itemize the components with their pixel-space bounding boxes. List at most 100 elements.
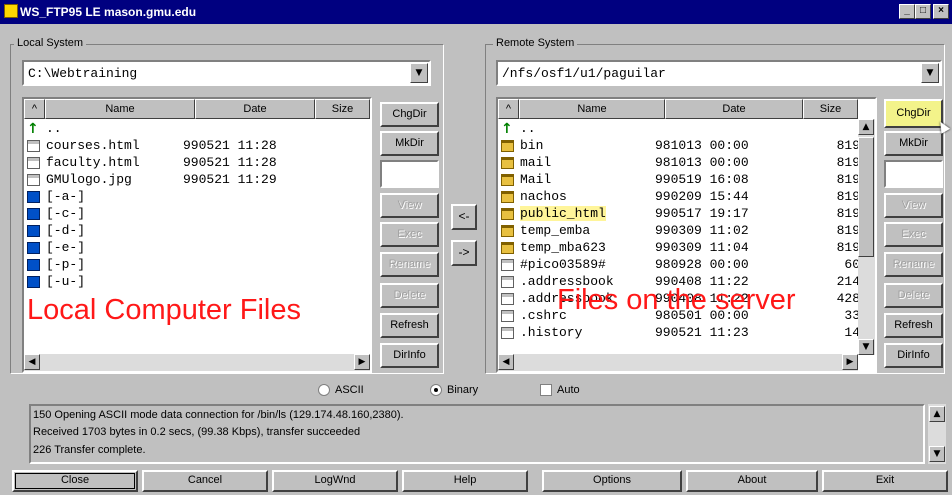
remote-name-header[interactable]: Name bbox=[519, 99, 665, 119]
file-icon bbox=[27, 140, 40, 152]
remote-delete-button[interactable]: Delete bbox=[884, 283, 943, 308]
remote-mask-field[interactable] bbox=[884, 160, 943, 188]
remote-refresh-button[interactable]: Refresh bbox=[884, 313, 943, 338]
remote-size-header[interactable]: Size bbox=[803, 99, 858, 119]
list-item[interactable]: #pico03589# 980928 00:00 60 bbox=[498, 257, 875, 274]
local-delete-button[interactable]: Delete bbox=[380, 283, 439, 308]
chevron-down-icon[interactable]: ▼ bbox=[410, 63, 428, 83]
list-item[interactable]: .cshrc 980501 00:00 33 bbox=[498, 308, 875, 325]
title-bar[interactable]: WS_FTP95 LE mason.gmu.edu _ □ × bbox=[0, 0, 952, 24]
local-mkdir-button[interactable]: MkDir bbox=[380, 131, 439, 156]
about-button[interactable]: About bbox=[686, 470, 818, 492]
scroll-left-icon[interactable]: ◀ bbox=[24, 354, 40, 370]
local-sort-header[interactable]: ^ bbox=[24, 99, 45, 119]
list-item[interactable]: [-a-] bbox=[24, 189, 370, 206]
remote-mkdir-button[interactable]: MkDir bbox=[884, 131, 943, 156]
list-item[interactable]: courses.html 990521 11:28 bbox=[24, 138, 370, 155]
local-mask-field[interactable] bbox=[380, 160, 439, 188]
options-button[interactable]: Options bbox=[542, 470, 682, 492]
scroll-thumb[interactable] bbox=[858, 137, 874, 257]
transfer-to-local-button[interactable]: <- bbox=[451, 204, 477, 230]
list-item[interactable]: .addressbook 990408 11:22 214 bbox=[498, 274, 875, 291]
help-button[interactable]: Help bbox=[402, 470, 528, 492]
auto-checkbox[interactable]: Auto bbox=[540, 384, 580, 397]
list-item[interactable]: temp_emba 990309 11:02 819 bbox=[498, 223, 875, 240]
list-item[interactable]: [-u-] bbox=[24, 274, 370, 291]
close-window-button[interactable]: × bbox=[933, 4, 949, 19]
message-log[interactable]: 150 Opening ASCII mode data connection f… bbox=[29, 404, 925, 464]
folder-icon bbox=[501, 191, 514, 203]
list-item[interactable]: mail 981013 00:00 819 bbox=[498, 155, 875, 172]
binary-radio[interactable]: Binary bbox=[430, 384, 478, 397]
log-line: Received 1703 bytes in 0.2 secs, (99.38 … bbox=[33, 426, 361, 438]
radio-selected-icon bbox=[430, 384, 442, 397]
list-item[interactable]: [-p-] bbox=[24, 257, 370, 274]
local-chgdir-button[interactable]: ChgDir bbox=[380, 102, 439, 127]
app-icon bbox=[4, 4, 18, 18]
exit-button[interactable]: Exit bbox=[822, 470, 948, 492]
list-item[interactable]: ↑ .. bbox=[498, 121, 875, 138]
drive-icon bbox=[27, 208, 40, 220]
ascii-radio[interactable]: ASCII bbox=[318, 384, 364, 397]
local-date-header[interactable]: Date bbox=[195, 99, 315, 119]
remote-path-combo[interactable]: /nfs/osf1/u1/paguilar ▼ bbox=[496, 60, 942, 86]
local-path-combo[interactable]: C:\Webtraining ▼ bbox=[22, 60, 431, 86]
local-dirinfo-button[interactable]: DirInfo bbox=[380, 343, 439, 368]
remote-chgdir-button[interactable]: ChgDir bbox=[884, 99, 943, 128]
remote-vertical-scrollbar[interactable]: ▲ ▼ bbox=[858, 119, 875, 355]
local-file-list[interactable]: ^ Name Date Size ↑ .. courses.html 99052… bbox=[22, 97, 372, 373]
cancel-button[interactable]: Cancel bbox=[142, 470, 268, 492]
local-size-header[interactable]: Size bbox=[315, 99, 370, 119]
remote-sort-header[interactable]: ^ bbox=[498, 99, 519, 119]
local-refresh-button[interactable]: Refresh bbox=[380, 313, 439, 338]
list-item[interactable]: [-d-] bbox=[24, 223, 370, 240]
list-item[interactable]: public_html 990517 19:17 819 bbox=[498, 206, 875, 223]
remote-file-list[interactable]: ^ Name Date Size ↑ .. bin 981013 00:00 8… bbox=[496, 97, 877, 373]
list-item[interactable]: .history 990521 11:23 14 bbox=[498, 325, 875, 342]
scroll-down-icon[interactable]: ▼ bbox=[858, 339, 874, 355]
log-vertical-scrollbar[interactable]: ▲ ▼ bbox=[928, 404, 946, 464]
list-item[interactable]: nachos 990209 15:44 819 bbox=[498, 189, 875, 206]
scroll-left-icon[interactable]: ◀ bbox=[498, 354, 514, 370]
local-path-value: C:\Webtraining bbox=[28, 66, 138, 81]
scroll-right-icon[interactable]: ▶ bbox=[842, 354, 858, 370]
list-item[interactable]: Mail 990519 16:08 819 bbox=[498, 172, 875, 189]
list-item[interactable]: temp_mba623 990309 11:04 819 bbox=[498, 240, 875, 257]
remote-exec-button[interactable]: Exec bbox=[884, 222, 943, 247]
remote-view-button[interactable]: View bbox=[884, 193, 943, 218]
log-line: 150 Opening ASCII mode data connection f… bbox=[33, 409, 404, 421]
scroll-down-icon[interactable]: ▼ bbox=[929, 446, 945, 462]
local-exec-button[interactable]: Exec bbox=[380, 222, 439, 247]
folder-icon bbox=[501, 140, 514, 152]
drive-icon bbox=[27, 242, 40, 254]
local-rename-button[interactable]: Rename bbox=[380, 252, 439, 277]
list-item[interactable]: ↑ .. bbox=[24, 121, 370, 138]
local-horizontal-scrollbar[interactable]: ◀ ▶ bbox=[24, 354, 370, 371]
scroll-up-icon[interactable]: ▲ bbox=[929, 406, 945, 422]
maximize-button[interactable]: □ bbox=[915, 4, 931, 19]
close-button[interactable]: Close bbox=[12, 470, 138, 492]
local-view-button[interactable]: View bbox=[380, 193, 439, 218]
list-item[interactable]: [-e-] bbox=[24, 240, 370, 257]
list-item[interactable]: faculty.html 990521 11:28 bbox=[24, 155, 370, 172]
minimize-button[interactable]: _ bbox=[899, 4, 915, 19]
local-name-header[interactable]: Name bbox=[45, 99, 195, 119]
logwnd-button[interactable]: LogWnd bbox=[272, 470, 398, 492]
list-item[interactable]: GMUlogo.jpg 990521 11:29 bbox=[24, 172, 370, 189]
list-item[interactable]: [-c-] bbox=[24, 206, 370, 223]
transfer-to-remote-button[interactable]: -> bbox=[451, 240, 477, 266]
remote-dirinfo-button[interactable]: DirInfo bbox=[884, 343, 943, 368]
remote-date-header[interactable]: Date bbox=[665, 99, 803, 119]
scroll-right-icon[interactable]: ▶ bbox=[354, 354, 370, 370]
list-item[interactable]: .addressbook 990408 11:22 428 bbox=[498, 291, 875, 308]
remote-horizontal-scrollbar[interactable]: ◀ ▶ bbox=[498, 354, 858, 371]
folder-icon bbox=[501, 157, 514, 169]
remote-rename-button[interactable]: Rename bbox=[884, 252, 943, 277]
scroll-up-icon[interactable]: ▲ bbox=[858, 119, 874, 135]
local-system-label: Local System bbox=[14, 37, 87, 49]
list-item[interactable]: bin 981013 00:00 819 bbox=[498, 138, 875, 155]
chevron-down-icon[interactable]: ▼ bbox=[921, 63, 939, 83]
drive-icon bbox=[27, 276, 40, 288]
checkbox-icon bbox=[540, 384, 552, 397]
window-title: WS_FTP95 LE mason.gmu.edu bbox=[20, 5, 197, 19]
